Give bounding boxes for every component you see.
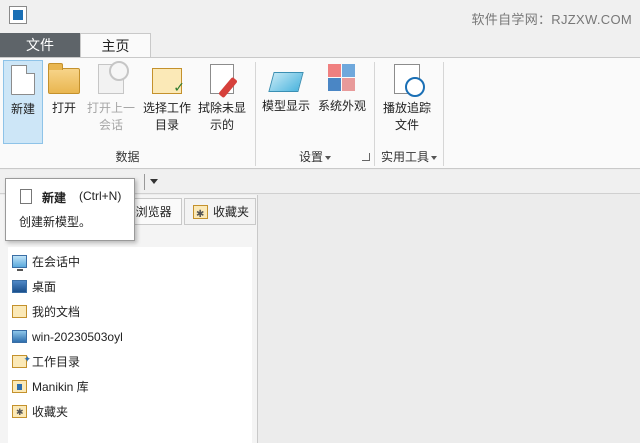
graphics-area[interactable] bbox=[259, 195, 640, 443]
open-folder-icon bbox=[48, 63, 80, 94]
tree-item-label: 工作目录 bbox=[32, 355, 81, 369]
tree-item-manikin-library[interactable]: Manikin 库 bbox=[10, 376, 89, 398]
documents-icon bbox=[12, 305, 27, 318]
tab-favorites-label: 收藏夹 bbox=[213, 205, 250, 219]
last-session-icon bbox=[98, 61, 129, 94]
tree-item-working-directory[interactable]: 工作目录 bbox=[10, 349, 81, 373]
tools-group-label: 实用工具 bbox=[380, 150, 429, 164]
watermark-text: 软件自学网：RJZXW.COM bbox=[471, 12, 632, 27]
tree-item-label: 桌面 bbox=[32, 280, 57, 294]
tree-item-favorites[interactable]: 收藏夹 bbox=[10, 401, 69, 424]
tree-item-in-session[interactable]: 在会话中 bbox=[10, 251, 80, 273]
tree-item-label: 在会话中 bbox=[32, 255, 81, 269]
new-file-icon bbox=[11, 65, 35, 95]
system-appearance-label: 系统外观 bbox=[317, 99, 366, 113]
work-directory-icon bbox=[12, 349, 31, 371]
desktop-icon bbox=[12, 280, 27, 293]
group-label-settings[interactable]: 设置 bbox=[256, 148, 374, 165]
play-trail-file-button[interactable]: 播放追踪 文件 bbox=[380, 60, 434, 144]
group-label-tools[interactable]: 实用工具 bbox=[375, 148, 443, 165]
select-workdir-label-2: 目录 bbox=[154, 118, 179, 132]
group-label-data: 数据 bbox=[115, 150, 140, 164]
trail-file-icon bbox=[394, 64, 425, 97]
play-trail-label-2: 文件 bbox=[394, 118, 419, 132]
chevron-down-icon bbox=[431, 155, 437, 160]
divider bbox=[144, 174, 145, 190]
tree-item-label: Manikin 库 bbox=[32, 380, 89, 394]
tree-item-computer[interactable]: win-20230503oyl bbox=[10, 326, 123, 348]
new-button[interactable]: 新建 bbox=[3, 60, 43, 144]
new-button-tooltip: 新建 (Ctrl+N) 创建新模型。 bbox=[5, 178, 135, 241]
group-separator bbox=[443, 62, 444, 166]
computer-icon bbox=[12, 330, 27, 343]
erase-not-displayed-button[interactable]: 拭除未显 示的 bbox=[196, 60, 248, 144]
library-icon bbox=[12, 380, 27, 393]
open-last-session-label-1: 打开上一 bbox=[86, 101, 135, 115]
favorites-icon bbox=[12, 402, 27, 424]
favorites-icon bbox=[193, 202, 208, 228]
system-appearance-button[interactable]: 系统外观 bbox=[315, 60, 369, 144]
system-appearance-icon bbox=[328, 64, 356, 92]
open-button-label: 打开 bbox=[51, 101, 76, 115]
tooltip-title: 新建 bbox=[42, 191, 67, 205]
tree-item-label: 收藏夹 bbox=[32, 405, 69, 419]
ribbon: 新建 打开 打开上一 会话 选择工作 目录 拭除未显 示的 数据 模型显示 系统… bbox=[0, 57, 640, 169]
tooltip-shortcut: (Ctrl+N) bbox=[79, 189, 122, 203]
tree-item-desktop[interactable]: 桌面 bbox=[10, 276, 56, 298]
title-bar: 软件自学网：RJZXW.COM bbox=[0, 0, 640, 33]
tab-home[interactable]: 主页 bbox=[80, 33, 151, 58]
erase-label-1: 拭除未显 bbox=[197, 101, 246, 115]
working-directory-icon bbox=[152, 68, 185, 97]
tab-file[interactable]: 文件 bbox=[0, 33, 80, 58]
ribbon-tab-bar: 文件 主页 bbox=[0, 33, 640, 58]
model-display-icon bbox=[268, 72, 304, 92]
folder-tree: 在会话中 桌面 我的文档 win-20230503oyl 工作目录 Maniki… bbox=[8, 247, 252, 443]
model-display-label: 模型显示 bbox=[261, 99, 310, 113]
erase-icon bbox=[210, 64, 234, 94]
monitor-icon bbox=[12, 255, 27, 271]
open-button[interactable]: 打开 bbox=[45, 60, 83, 144]
tooltip-description: 创建新模型。 bbox=[19, 215, 92, 229]
new-file-icon bbox=[20, 189, 32, 204]
open-last-session-button[interactable]: 打开上一 会话 bbox=[85, 60, 137, 144]
new-button-label: 新建 bbox=[10, 102, 35, 116]
erase-label-2: 示的 bbox=[209, 118, 234, 132]
tab-favorites[interactable]: 收藏夹 bbox=[184, 198, 256, 228]
tree-item-label: win-20230503oyl bbox=[32, 330, 123, 344]
select-working-directory-button[interactable]: 选择工作 目录 bbox=[141, 60, 193, 144]
app-icon[interactable] bbox=[9, 6, 27, 24]
select-workdir-label-1: 选择工作 bbox=[142, 101, 191, 115]
model-display-button[interactable]: 模型显示 bbox=[259, 60, 313, 144]
settings-dialog-launcher-icon[interactable] bbox=[362, 153, 370, 161]
open-last-session-label-2: 会话 bbox=[98, 118, 123, 132]
quick-access-dropdown-icon[interactable] bbox=[150, 179, 158, 184]
tree-item-label: 我的文档 bbox=[32, 305, 81, 319]
chevron-down-icon bbox=[325, 155, 331, 160]
settings-group-label: 设置 bbox=[298, 150, 323, 164]
tree-item-my-documents[interactable]: 我的文档 bbox=[10, 301, 80, 323]
play-trail-label-1: 播放追踪 bbox=[382, 101, 431, 115]
